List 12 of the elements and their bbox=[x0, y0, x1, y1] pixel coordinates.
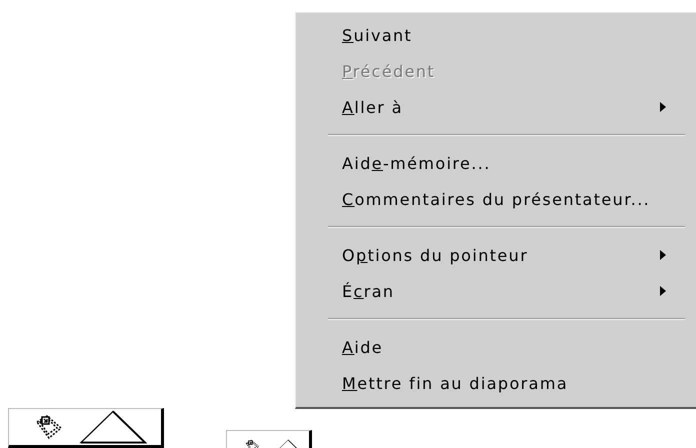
menu-item[interactable]: Éc ran bbox=[296, 273, 696, 309]
submenu-arrow-icon bbox=[660, 102, 666, 112]
menu-item[interactable]: Aide bbox=[296, 329, 696, 365]
menu-item[interactable]: O ptions du pointeur bbox=[296, 237, 696, 273]
menu-item[interactable]: S uivant bbox=[296, 17, 696, 53]
menu-item[interactable]: M ettre fin au diaporama bbox=[296, 365, 696, 401]
submenu-arrow-icon bbox=[660, 286, 666, 296]
menu-item[interactable]: Aller à bbox=[296, 89, 696, 125]
menu-item[interactable]: Aid e-mémoire... bbox=[296, 145, 696, 181]
submenu-arrow-icon bbox=[660, 250, 666, 260]
triangle-icon[interactable] bbox=[79, 409, 147, 445]
menu-item[interactable]: Commentaires du présentateur... bbox=[296, 181, 696, 217]
